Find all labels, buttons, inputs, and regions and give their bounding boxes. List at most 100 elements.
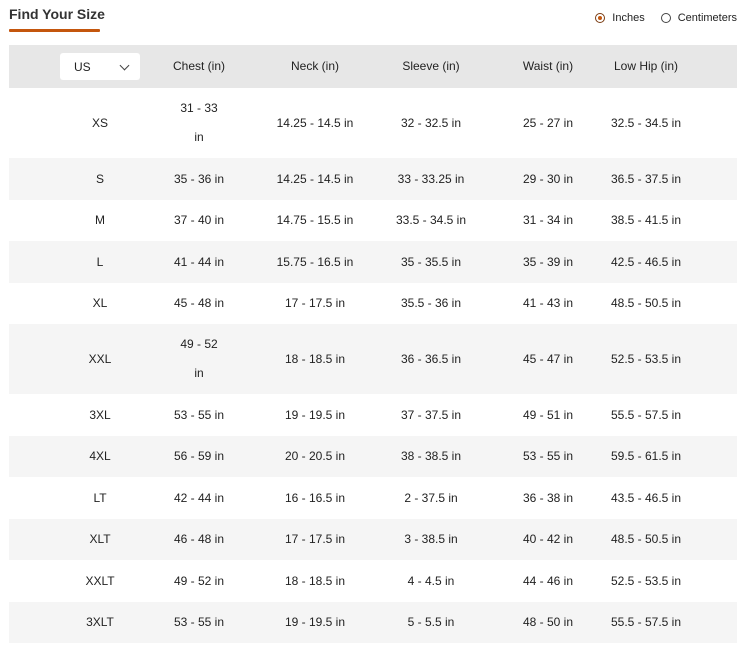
chest-line: 37 - 40 in <box>173 213 225 227</box>
size-label: M <box>95 213 105 227</box>
measurement-cell: 44 - 46 in <box>522 574 574 588</box>
measurement-cell: 35.5 - 36 in <box>400 296 462 310</box>
measurement-cell: 15.75 - 16.5 in <box>276 255 354 269</box>
chest-line: 46 - 48 in <box>173 532 225 546</box>
measurement-cell: 32 - 32.5 in <box>400 116 462 130</box>
radio-unselected-icon[interactable] <box>660 13 671 23</box>
measurement-cell: 25 - 27 in <box>522 116 574 130</box>
table-row: XLT 46 - 48 in 17 - 17.5 in 3 - 38.5 in 40 -… <box>9 519 737 560</box>
page-title: Find Your Size <box>9 6 105 22</box>
chest-line: 31 - 33 <box>180 101 218 115</box>
chest-line: in <box>194 366 204 380</box>
measurement-cell: 4 - 4.5 in <box>407 574 455 588</box>
region-select-value: US <box>74 59 91 74</box>
measurement-cell: 14.75 - 15.5 in <box>276 213 354 227</box>
measurement-cell: 35 - 39 in <box>522 255 574 269</box>
measurement-cell: 18 - 18.5 in <box>284 574 346 588</box>
measurement-cell: 33.5 - 34.5 in <box>395 213 467 227</box>
measurement-cell: 40 - 42 in <box>522 532 574 546</box>
table-row: S 35 - 36 in 14.25 - 14.5 in 33 - 33.25 in 2… <box>9 158 737 200</box>
measurement-cell: 38.5 - 41.5 in <box>610 213 682 227</box>
table-row: XL 45 - 48 in 17 - 17.5 in 35.5 - 36 in 41 -… <box>9 283 737 324</box>
measurement-cell: 41 - 43 in <box>522 296 574 310</box>
measurement-cell: 49 - 52 in <box>144 560 254 602</box>
chest-line: 42 - 44 in <box>173 491 225 505</box>
radio-selected-icon[interactable] <box>595 13 606 23</box>
measurement-cell: 48.5 - 50.5 in <box>610 532 682 546</box>
measurement-cell: 43.5 - 46.5 in <box>610 491 682 505</box>
chest-line: 45 - 48 in <box>173 296 225 310</box>
chest-line: 41 - 44 in <box>173 255 225 269</box>
measurement-cell: 35 - 36 in <box>144 158 254 200</box>
measurement-cell: 33 - 33.25 in <box>397 172 465 186</box>
measurement-cell: 59.5 - 61.5 in <box>610 449 682 463</box>
table-row: XXLT 49 - 52 in 18 - 18.5 in 4 - 4.5 in 44 -… <box>9 560 737 602</box>
measurement-cell: 45 - 48 in <box>144 283 254 324</box>
measurement-cell: 42 - 44 in <box>144 477 254 519</box>
table-header-row: US Chest (in) Neck (in) Sleeve (in) Waist (i… <box>9 45 737 88</box>
size-guide-header: Find Your Size Inches Centimeters <box>0 0 750 45</box>
size-label: 4XL <box>89 449 111 463</box>
measurement-cell: 48.5 - 50.5 in <box>610 296 682 310</box>
measurement-cell: 3 - 38.5 in <box>404 532 458 546</box>
size-label: XXLT <box>85 574 115 588</box>
measurement-cell: 53 - 55 in <box>144 394 254 436</box>
region-select[interactable]: US <box>60 53 140 80</box>
chest-line: 53 - 55 in <box>173 615 225 629</box>
table-row: XS 31 - 33 in 14.25 - 14.5 in 32 - 32.5 in 25… <box>9 88 737 158</box>
unit-label-inches: Inches <box>612 12 645 24</box>
measurement-cell: 38 - 38.5 in <box>400 449 462 463</box>
size-label: S <box>95 172 104 186</box>
size-label: XS <box>91 116 108 130</box>
measurement-cell: 41 - 44 in <box>144 241 254 283</box>
measurement-cell: 17 - 17.5 in <box>284 532 346 546</box>
measurement-cell: 36.5 - 37.5 in <box>610 172 682 186</box>
table-row: L 41 - 44 in 15.75 - 16.5 in 35 - 35.5 in 35… <box>9 241 737 283</box>
table-row: XXL 49 - 52 in 18 - 18.5 in 36 - 36.5 in 45 -… <box>9 324 737 394</box>
chest-line: 53 - 55 in <box>173 408 225 422</box>
measurement-cell: 52.5 - 53.5 in <box>610 352 682 366</box>
size-label: 3XL <box>89 408 111 422</box>
size-label: XL <box>92 296 108 310</box>
table-row: 3XLT 53 - 55 in 19 - 19.5 in 5 - 5.5 in 48 -… <box>9 602 737 643</box>
column-header: Chest (in) <box>172 59 225 73</box>
measurement-cell: 48 - 50 in <box>522 615 574 629</box>
unit-option-centimeters[interactable]: Centimeters <box>660 12 737 24</box>
unit-option-inches[interactable]: Inches <box>595 12 645 24</box>
measurement-cell: 45 - 47 in <box>522 352 574 366</box>
size-label: 3XLT <box>86 615 114 629</box>
measurement-cell: 18 - 18.5 in <box>284 352 346 366</box>
measurement-cell: 56 - 59 in <box>144 436 254 477</box>
unit-toggle: Inches Centimeters <box>579 12 737 24</box>
measurement-cell: 17 - 17.5 in <box>284 296 346 310</box>
chevron-down-icon[interactable] <box>119 60 130 70</box>
measurement-cell: 42.5 - 46.5 in <box>610 255 682 269</box>
measurement-cell: 53 - 55 in <box>144 602 254 643</box>
measurement-cell: 53 - 55 in <box>522 449 574 463</box>
measurement-cell: 31 - 34 in <box>522 213 574 227</box>
chest-line: in <box>194 130 204 144</box>
table-row: M 37 - 40 in 14.75 - 15.5 in 33.5 - 34.5 in… <box>9 200 737 241</box>
column-header: Neck (in) <box>290 59 339 73</box>
column-header: Waist (in) <box>522 59 574 73</box>
measurement-cell: 55.5 - 57.5 in <box>610 408 682 422</box>
chest-line: 56 - 59 in <box>173 449 225 463</box>
measurement-cell: 14.25 - 14.5 in <box>276 172 354 186</box>
title-underline <box>9 29 100 32</box>
measurement-cell: 5 - 5.5 in <box>407 615 455 629</box>
size-label: XLT <box>89 532 111 546</box>
measurement-cell: 19 - 19.5 in <box>284 408 346 422</box>
measurement-cell: 36 - 38 in <box>522 491 574 505</box>
table-row: 4XL 56 - 59 in 20 - 20.5 in 38 - 38.5 in 53 … <box>9 436 737 477</box>
chest-line: 49 - 52 <box>180 337 218 351</box>
measurement-cell: 36 - 36.5 in <box>400 352 462 366</box>
measurement-cell: 2 - 37.5 in <box>404 491 458 505</box>
measurement-cell: 37 - 40 in <box>144 200 254 241</box>
measurement-cell: 49 - 52 in <box>144 330 254 388</box>
size-label: XXL <box>88 352 112 366</box>
column-header: Low Hip (in) <box>613 59 679 73</box>
size-label: LT <box>93 491 107 505</box>
chest-line: 49 - 52 in <box>173 574 225 588</box>
measurement-cell: 52.5 - 53.5 in <box>610 574 682 588</box>
table-row: LT 42 - 44 in 16 - 16.5 in 2 - 37.5 in 36 - … <box>9 477 737 519</box>
